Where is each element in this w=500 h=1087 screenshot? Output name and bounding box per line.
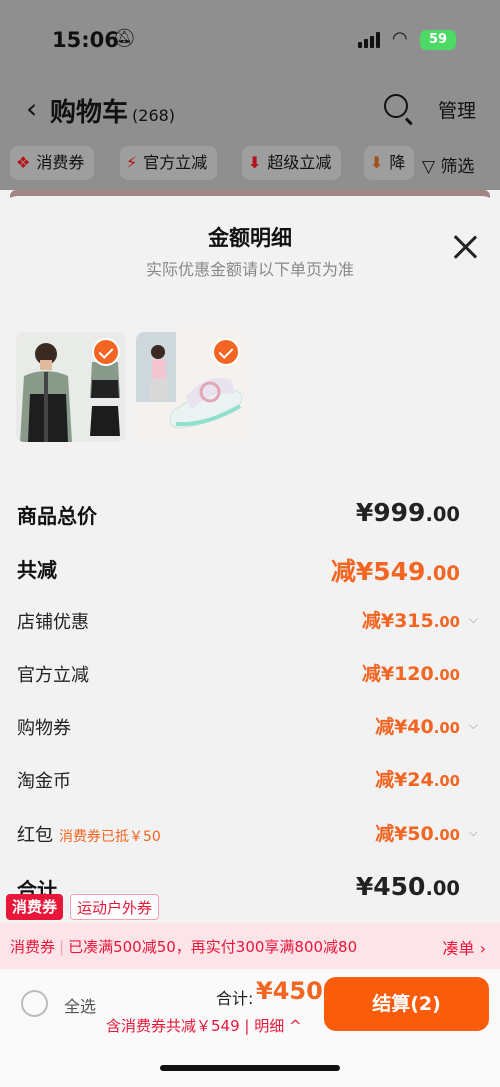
search-icon[interactable] xyxy=(384,94,408,118)
sheet-title: 金额明细 xyxy=(208,226,292,250)
promo-bar[interactable]: 消费券 | 已凑满500减50，再实付300享满800减80 凑单 › xyxy=(0,923,500,969)
checked-icon xyxy=(92,338,120,366)
signal-icon xyxy=(358,32,384,48)
promo-prefix: 消费券 xyxy=(10,938,56,956)
goods-total-value: ¥999.00 xyxy=(355,498,460,527)
filter-button[interactable]: ▽ 筛选 xyxy=(422,152,474,177)
funnel-icon: ▽ xyxy=(422,157,436,177)
row-store-discount[interactable]: 店铺优惠 减¥315.00 ⌵ xyxy=(0,600,500,640)
cart-count: (268) xyxy=(132,106,176,125)
cart-header: ‹ 购物车 (268) 管理 xyxy=(0,80,500,140)
tag-consumer-voucher: 消费券 xyxy=(6,894,64,920)
product-thumb-slipper[interactable] xyxy=(136,332,246,442)
status-bar: 15:06 🔕︎ ◠ 59 xyxy=(0,0,500,80)
promo-text: 已凑满500减50，再实付300享满800减80 xyxy=(68,938,358,956)
arrow-down-icon: ⬇ xyxy=(248,153,262,172)
close-icon[interactable] xyxy=(452,234,478,260)
chip-official-discount[interactable]: ⚡︎ 官方立减 xyxy=(120,146,218,180)
total-reduction-value: 减¥549.00 xyxy=(330,557,460,586)
shopping-voucher-value: 减¥40.00 xyxy=(375,716,460,738)
total-value: ¥450 xyxy=(256,977,323,1005)
checkout-button[interactable]: 结算(2) xyxy=(324,977,489,1031)
select-all-radio[interactable] xyxy=(21,990,48,1017)
row-gold-coins: 淘金币 减¥24.00 xyxy=(0,759,500,799)
filter-bar: ❖ 消费券 ⚡︎ 官方立减 ⬇ 超级立减 ⬇ 降 ▽ 筛选 xyxy=(0,140,500,190)
row-shopping-voucher[interactable]: 购物券 减¥40.00 ⌵ xyxy=(0,706,500,746)
chevron-down-icon[interactable]: ⌵ xyxy=(469,718,478,733)
arrow-down-icon: ⬇ xyxy=(370,153,384,172)
checked-icon xyxy=(212,338,240,366)
chevron-down-icon[interactable]: ⌵ xyxy=(469,612,478,627)
voucher-icon: ❖ xyxy=(16,153,31,172)
row-goods-total: 商品总价 ¥999.00 xyxy=(17,498,460,528)
gold-coins-value: 减¥24.00 xyxy=(375,769,460,791)
manage-button[interactable]: 管理 xyxy=(438,96,476,123)
product-thumb-jacket[interactable]: jacket xyxy=(16,332,126,442)
add-items-link[interactable]: 凑单 › xyxy=(443,935,487,959)
red-packet-note: 消费券已抵￥50 xyxy=(59,829,161,845)
chip-super-discount[interactable]: ⬇ 超级立减 xyxy=(242,146,342,180)
amount-detail-sheet: 金额明细 实际优惠金额请以下单页为准 jacket xyxy=(0,196,500,1087)
total-label: 合计: xyxy=(216,989,254,1008)
home-indicator xyxy=(160,1065,340,1071)
battery-icon: 59 xyxy=(420,30,456,50)
row-total-reduction: 共减 减¥549.00 xyxy=(0,546,500,586)
checkout-footer: 全选 合计: ¥450 含消费券共减￥549 | 明细 ^ 结算(2) xyxy=(0,969,500,1087)
chevron-down-icon[interactable]: ⌵ xyxy=(469,825,478,840)
back-arrow-icon[interactable]: ‹ xyxy=(26,92,37,125)
red-packet-value: 减¥50.00 xyxy=(375,823,460,845)
row-red-packet[interactable]: 红包 消费券已抵￥50 减¥50.00 ⌵ xyxy=(0,813,500,853)
lightning-icon: ⚡︎ xyxy=(126,153,138,172)
tag-outdoor-voucher: 运动户外券 xyxy=(70,894,160,920)
chip-price-drop[interactable]: ⬇ 降 xyxy=(364,146,414,180)
select-all-label[interactable]: 全选 xyxy=(64,993,96,1017)
sheet-subtitle: 实际优惠金额请以下单页为准 xyxy=(145,260,354,279)
wifi-icon: ◠ xyxy=(392,28,408,49)
store-discount-value: 减¥315.00 xyxy=(361,610,460,632)
page-title: 购物车 (268) xyxy=(50,98,176,128)
row-official-discount: 官方立减 减¥120.00 xyxy=(0,653,500,693)
mute-bell-icon: 🔕︎ xyxy=(113,28,136,49)
status-time: 15:06 xyxy=(52,28,119,52)
detail-toggle[interactable]: 含消费券共减￥549 | 明细 ^ xyxy=(106,1015,302,1036)
voucher-tags: 消费券 运动户外券 xyxy=(0,894,500,922)
chip-voucher[interactable]: ❖ 消费券 xyxy=(10,146,95,180)
official-discount-value: 减¥120.00 xyxy=(361,663,460,685)
